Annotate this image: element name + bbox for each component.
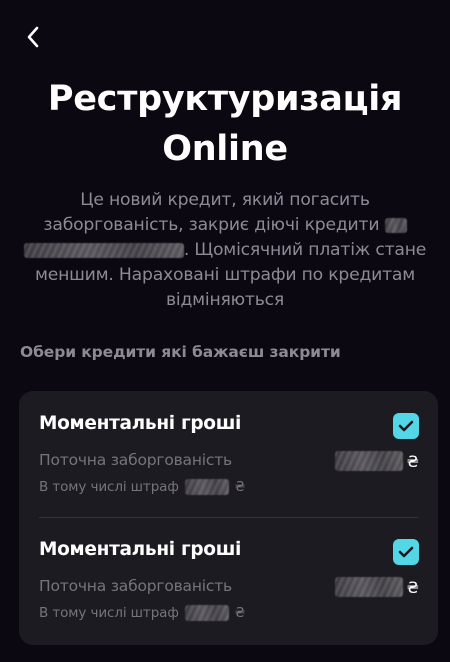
currency-symbol: ₴ bbox=[406, 577, 419, 597]
currency-symbol: ₴ bbox=[234, 605, 246, 621]
description-line-2: заборгованість, закриє діючі кредити bbox=[14, 213, 436, 238]
debt-value: ₴ bbox=[334, 577, 419, 597]
description-line-1: Це новий кредит, який погасить bbox=[80, 190, 370, 210]
back-button[interactable] bbox=[20, 24, 46, 50]
description-text: Це новий кредит, який погасить заборгова… bbox=[14, 188, 436, 313]
page-title: Реструктуризація Online bbox=[0, 74, 450, 174]
debt-label: Поточна заборгованість bbox=[39, 577, 232, 595]
redacted-amount bbox=[184, 479, 229, 495]
redacted-amount bbox=[184, 605, 229, 621]
page-title-line-1: Реструктуризація bbox=[47, 79, 403, 119]
debt-label: Поточна заборгованість bbox=[39, 451, 232, 469]
page-title-line-2: Online bbox=[162, 129, 288, 169]
loan-name: Моментальні гроші bbox=[39, 539, 242, 560]
description-line-3: . Щомісячний платіж стане bbox=[14, 238, 436, 263]
loan-checkbox[interactable] bbox=[393, 413, 419, 439]
section-label: Обери кредити які бажаєш закрити bbox=[20, 343, 341, 361]
description-line-3-text: . Щомісячний платіж стане bbox=[183, 240, 427, 260]
loan-name: Моментальні гроші bbox=[39, 413, 242, 434]
description-line-5: відміняються bbox=[165, 290, 285, 310]
fine-row: В тому числі штраф ₴ bbox=[39, 605, 245, 621]
description-line-4: меншим. Нараховані штрафи по кредитам bbox=[34, 265, 416, 285]
loan-checkbox[interactable] bbox=[393, 539, 419, 565]
currency-symbol: ₴ bbox=[406, 451, 419, 471]
currency-symbol: ₴ bbox=[234, 479, 246, 495]
fine-label: В тому числі штраф bbox=[39, 479, 179, 495]
debt-value: ₴ bbox=[334, 451, 419, 471]
checkmark-icon bbox=[398, 420, 414, 432]
chevron-left-icon bbox=[27, 26, 39, 48]
loans-card: Моментальні гроші Поточна заборгованість… bbox=[19, 391, 438, 645]
divider bbox=[39, 517, 418, 518]
redacted-text bbox=[23, 242, 184, 258]
checkmark-icon bbox=[398, 546, 414, 558]
redacted-amount bbox=[334, 451, 403, 471]
redacted-text bbox=[384, 217, 407, 233]
fine-label: В тому числі штраф bbox=[39, 605, 179, 621]
description-line-2-text: заборгованість, закриє діючі кредити bbox=[43, 215, 380, 235]
fine-row: В тому числі штраф ₴ bbox=[39, 479, 245, 495]
redacted-amount bbox=[334, 577, 403, 597]
